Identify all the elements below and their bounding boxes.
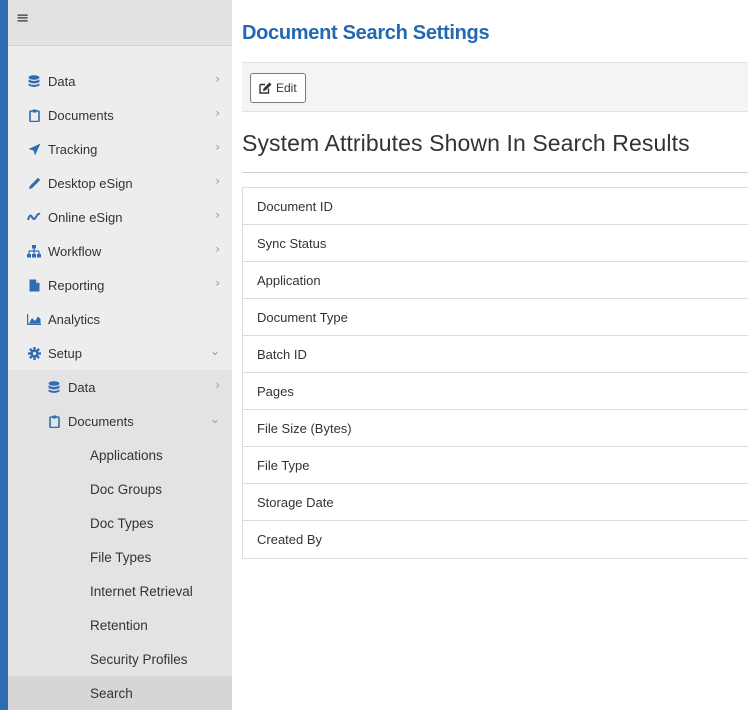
edit-icon: [259, 82, 272, 94]
list-item: Document Type: [243, 299, 748, 336]
cog-icon: [26, 346, 42, 360]
sidebar-item-label: File Types: [90, 549, 152, 565]
clipboard-icon: [46, 414, 62, 428]
section-title: System Attributes Shown In Search Result…: [242, 130, 690, 156]
sidebar-item-internet-retrieval[interactable]: Internet Retrieval: [8, 574, 232, 608]
list-item: Storage Date: [243, 484, 748, 521]
main-content: Document Search Settings Edit System Att…: [232, 0, 748, 710]
sidebar-item-data[interactable]: Data ›: [8, 64, 232, 98]
toolbar: Edit: [242, 62, 748, 112]
signature-icon: [26, 210, 42, 224]
sidebar-item-search[interactable]: Search: [8, 676, 232, 710]
sidebar-item-doc-types[interactable]: Doc Types: [8, 506, 232, 540]
chevron-right-icon: ›: [215, 106, 220, 120]
sidebar-item-tracking[interactable]: Tracking ›: [8, 132, 232, 166]
list-item: Document ID: [243, 188, 748, 225]
sidebar-item-label: Desktop eSign: [48, 175, 133, 191]
list-item: Created By: [257, 532, 323, 547]
chevron-down-icon: ⌄: [209, 412, 220, 426]
sidebar-item-label: Documents: [48, 107, 114, 123]
chevron-down-icon: ⌄: [209, 344, 220, 358]
sidebar-item-workflow[interactable]: Workflow ›: [8, 234, 232, 268]
edit-button[interactable]: Edit: [250, 73, 306, 103]
list-item: File Size (Bytes): [243, 410, 748, 447]
chevron-right-icon: ›: [215, 140, 220, 154]
sidebar-item-label: Setup: [48, 345, 82, 361]
sitemap-icon: [26, 244, 42, 258]
list-item: Sync Status: [243, 225, 748, 262]
chevron-right-icon: ›: [215, 72, 220, 86]
sidebar-menu: Data › Documents › Tracking › Desktop eS…: [8, 64, 232, 710]
sidebar-header: [8, 0, 232, 46]
sidebar-item-label: Search: [90, 685, 133, 701]
sidebar-item-label: Security Profiles: [90, 651, 188, 667]
chevron-right-icon: ›: [215, 174, 220, 188]
sidebar-item-desktop-esign[interactable]: Desktop eSign ›: [8, 166, 232, 200]
sidebar-item-file-types[interactable]: File Types: [8, 540, 232, 574]
sidebar-item-analytics[interactable]: Analytics: [8, 302, 232, 336]
sidebar-item-applications[interactable]: Applications: [8, 438, 232, 472]
attributes-list: Document ID Sync Status Application Docu…: [242, 187, 748, 559]
pen-icon: [26, 176, 42, 190]
sidebar-item-label: Documents: [68, 413, 134, 429]
sidebar-item-label: Analytics: [48, 311, 101, 327]
sidebar-item-retention[interactable]: Retention: [8, 608, 232, 642]
sidebar-item-label: Online eSign: [48, 209, 123, 225]
sidebar-item-documents[interactable]: Documents ›: [8, 98, 232, 132]
chevron-right-icon: ›: [215, 378, 220, 392]
sidebar-item-label: Doc Types: [90, 515, 154, 531]
page-title: Document Search Settings: [242, 22, 490, 44]
database-icon: [46, 380, 62, 394]
sidebar-item-security-profiles[interactable]: Security Profiles: [8, 642, 232, 676]
sidebar-item-setup[interactable]: Setup ⌄: [8, 336, 232, 370]
file-icon: [26, 278, 42, 292]
sidebar-item-label: Applications: [90, 447, 163, 463]
database-icon: [26, 74, 42, 88]
sidebar-item-setup-documents[interactable]: Documents ⌄: [8, 404, 232, 438]
chevron-right-icon: ›: [215, 276, 220, 290]
edit-button-label: Edit: [276, 81, 297, 95]
list-item: Batch ID: [243, 336, 748, 373]
area-chart-icon: [26, 312, 42, 326]
list-item: File Type: [243, 447, 748, 484]
sidebar-item-label: Reporting: [48, 277, 105, 293]
sidebar: ≡ Data › Documents › Tracking › Desktop …: [0, 0, 232, 710]
sidebar-item-label: Tracking: [48, 141, 98, 157]
sidebar-item-online-esign[interactable]: Online eSign ›: [8, 200, 232, 234]
sidebar-item-label: Retention: [90, 617, 148, 633]
sidebar-item-label: Data: [48, 73, 76, 89]
chevron-right-icon: ›: [215, 242, 220, 256]
sidebar-item-label: Doc Groups: [90, 481, 163, 497]
chevron-right-icon: ›: [215, 208, 220, 222]
divider: [242, 172, 748, 173]
sidebar-item-label: Workflow: [48, 243, 102, 259]
sidebar-item-reporting[interactable]: Reporting ›: [8, 268, 232, 302]
list-item: Pages: [243, 373, 748, 410]
list-item: Application: [243, 262, 748, 299]
paper-plane-icon: [26, 142, 42, 156]
clipboard-icon: [26, 108, 42, 122]
sidebar-item-label: Data: [68, 379, 96, 395]
sidebar-item-label: Internet Retrieval: [90, 583, 193, 599]
hamburger-icon[interactable]: ≡: [16, 8, 29, 27]
sidebar-item-doc-groups[interactable]: Doc Groups: [8, 472, 232, 506]
sidebar-item-setup-data[interactable]: Data ›: [8, 370, 232, 404]
